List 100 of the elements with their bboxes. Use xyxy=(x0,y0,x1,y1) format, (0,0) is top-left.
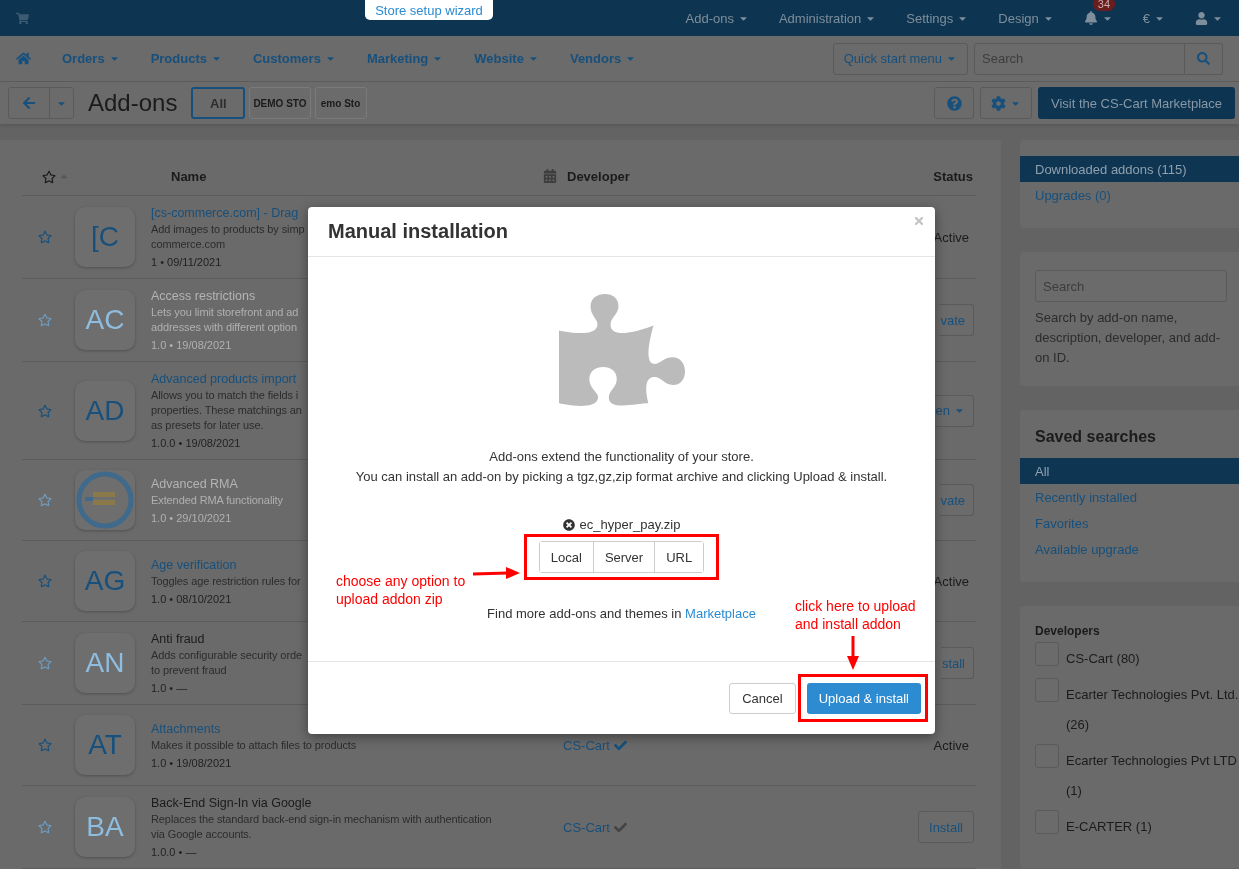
marketplace-button[interactable]: Visit the CS-Cart Marketplace xyxy=(1038,87,1235,119)
search-help-text: Search by add-on name, description, developer, and add-on ID. xyxy=(1035,309,1221,367)
favorite-star-icon[interactable] xyxy=(38,230,52,244)
nav-menu-item[interactable]: Orders xyxy=(62,51,120,66)
file-name: ec_hyper_pay.zip xyxy=(579,517,681,532)
storefront-tab[interactable]: All xyxy=(191,87,246,119)
currency-menu[interactable]: € xyxy=(1142,10,1165,26)
marketplace-link[interactable]: Marketplace xyxy=(685,606,756,621)
star-icon[interactable] xyxy=(42,169,56,184)
addon-title[interactable]: Back-End Sign-In via Google xyxy=(151,796,312,810)
addon-description: Lets you limit storefront and ad addresses with different option xyxy=(151,305,299,335)
help-icon xyxy=(946,95,962,111)
notifications-button[interactable] xyxy=(1083,11,1113,25)
annotation-text: click here to upload and install addon xyxy=(795,597,916,633)
favorite-star-icon[interactable] xyxy=(38,403,52,418)
addon-version-date: 1.0 • 19/08/2021 xyxy=(151,756,232,769)
storefront-tab[interactable]: emo Sto xyxy=(314,87,367,119)
saved-search-item[interactable]: All xyxy=(1020,458,1239,484)
addon-description: Replaces the standard back-end sign-in mechanism with authentication via Google accounts. xyxy=(151,812,492,842)
addon-version-date: 1.0 • 29/10/2021 xyxy=(151,511,232,524)
favorite-star-icon[interactable] xyxy=(38,738,52,752)
close-icon xyxy=(913,215,925,227)
arrow-left-icon xyxy=(22,96,36,110)
addon-version-date: 1.0.0 • 19/08/2021 xyxy=(151,437,241,449)
addon-description: Makes it possible to attach files to products xyxy=(151,737,357,753)
install-button[interactable]: Install xyxy=(918,811,974,843)
status-button[interactable]: vate xyxy=(939,484,974,516)
quick-start-button[interactable]: Quick start menu xyxy=(832,42,968,75)
addon-description: Add images to products by simp commerce.com xyxy=(151,222,305,252)
status-button[interactable]: stall xyxy=(940,647,974,679)
addon-title[interactable]: Anti fraud xyxy=(151,632,205,646)
developer-filter-label[interactable]: E-CARTER (1) xyxy=(1066,812,1152,842)
addon-version-date: 1.0 • — xyxy=(151,682,188,694)
addon-version-date: 1.0 • 08/10/2021 xyxy=(151,592,232,605)
source-button[interactable]: URL xyxy=(654,542,704,572)
user-icon xyxy=(1195,11,1208,25)
status-button[interactable]: vate xyxy=(939,304,974,336)
upload-install-button[interactable]: Upload & install xyxy=(806,683,921,714)
search-icon xyxy=(1197,52,1210,65)
status-text: Active xyxy=(933,737,969,753)
addon-version-date: 1.0.0 • — xyxy=(151,846,197,858)
calendar-icon[interactable] xyxy=(543,169,557,183)
addon-logo: AT xyxy=(75,715,135,775)
favorite-star-icon[interactable] xyxy=(38,820,52,834)
cancel-button[interactable]: Cancel xyxy=(729,682,796,714)
addon-logo: [C xyxy=(75,207,135,267)
page-title: Add-ons xyxy=(88,89,178,117)
addon-logo: AG xyxy=(75,551,135,611)
settings-button[interactable] xyxy=(980,87,1032,119)
status-text: Active xyxy=(933,573,969,589)
user-menu[interactable] xyxy=(1195,11,1223,25)
favorite-star-icon[interactable] xyxy=(38,574,52,588)
setup-wizard-tab[interactable]: Store setup wizard xyxy=(365,0,493,20)
column-header[interactable]: Status xyxy=(856,169,976,184)
storefront-tab[interactable]: DEMO STO xyxy=(249,87,311,119)
top-menu-item[interactable]: Design xyxy=(998,10,1054,26)
addon-logo: AN xyxy=(75,633,135,693)
annotation-text: choose any option to upload addon zip xyxy=(336,572,466,608)
notification-count: 34 xyxy=(1092,0,1115,11)
addon-title[interactable]: Access restrictions xyxy=(151,289,256,303)
close-button[interactable] xyxy=(913,215,925,227)
favorite-star-icon[interactable] xyxy=(38,313,52,327)
marketplace-text: Find more add-ons and themes in Marketplace xyxy=(487,606,756,621)
addon-version-date: 1.0 • 19/08/2021 xyxy=(151,339,232,351)
addon-logo: BA xyxy=(75,797,135,857)
bell-icon xyxy=(1083,11,1098,25)
top-menu-item[interactable]: Administration xyxy=(778,10,877,26)
home-icon[interactable] xyxy=(16,51,31,66)
developer-filter-label[interactable]: Ecarter Technologies Pvt LTD (1) xyxy=(1066,746,1239,806)
favorite-star-icon[interactable] xyxy=(38,656,52,670)
remove-file-icon[interactable] xyxy=(562,518,575,531)
addon-version-date: 1 • 09/11/2021 xyxy=(151,256,222,268)
sidebar-item[interactable]: Downloaded addons (115) xyxy=(1020,156,1239,182)
annotation-arrow xyxy=(846,636,860,670)
favorite-star-icon[interactable] xyxy=(38,493,52,507)
column-header[interactable]: Name xyxy=(171,169,207,184)
developer-filter-label[interactable]: Ecarter Technologies Pvt. Ltd. (26) xyxy=(1066,680,1239,740)
addon-logo xyxy=(75,470,135,530)
saved-search-item[interactable]: Available upgrade xyxy=(1020,536,1239,562)
annotation-arrow xyxy=(472,566,520,580)
column-header[interactable]: Developer xyxy=(567,169,856,184)
cart-icon[interactable] xyxy=(16,11,29,25)
search-button[interactable] xyxy=(1185,42,1223,75)
status-text: Active xyxy=(933,229,969,245)
addon-title[interactable]: [cs-commerce.com] - Drag xyxy=(151,206,299,220)
top-menu-item[interactable]: Add-ons xyxy=(685,10,749,26)
addon-logo: AC xyxy=(75,290,135,350)
help-button[interactable] xyxy=(934,87,974,119)
intro-text: Add-ons extend the functionality of your store. You can install an add-on by picking a tgz,gz,zip format archive and clicking Upload & install. xyxy=(355,448,888,486)
addon-logo: AD xyxy=(75,380,135,441)
developer-filter-label[interactable]: CS-Cart (80) xyxy=(1066,644,1140,674)
top-menu-item[interactable]: Settings xyxy=(906,10,969,26)
sidebar-item[interactable]: Upgrades (0) xyxy=(1020,182,1239,208)
card-title: Developers xyxy=(1034,623,1101,640)
gear-icon xyxy=(991,95,1006,111)
addon-title[interactable]: Advanced RMA xyxy=(151,476,238,491)
card-title: Saved searches xyxy=(1034,427,1157,447)
addon-description: Extended RMA functionality xyxy=(151,492,283,508)
addon-description: Adds configurable security orde to prevent fraud xyxy=(151,648,302,678)
addon-description: Toggles age restriction rules for xyxy=(151,573,301,589)
